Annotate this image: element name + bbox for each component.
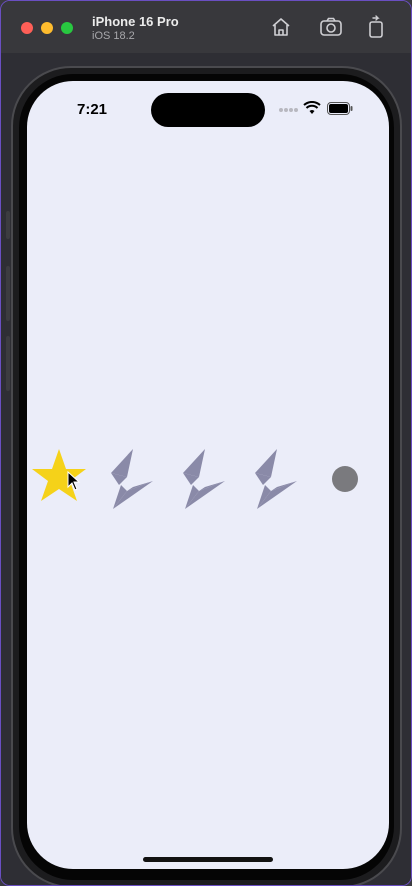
broken-star-icon	[255, 449, 297, 509]
battery-icon	[327, 102, 353, 115]
volume-up-button	[6, 266, 10, 321]
simulator-window: iPhone 16 Pro iOS 18.2 7:21	[0, 0, 412, 886]
title-bar: iPhone 16 Pro iOS 18.2	[1, 1, 411, 53]
status-icons	[279, 101, 359, 117]
device-name: iPhone 16 Pro	[92, 14, 179, 29]
rating-star-4[interactable]	[243, 441, 307, 521]
rating-star-1[interactable]	[27, 441, 91, 521]
dynamic-island	[151, 93, 265, 127]
rating-star-2[interactable]	[99, 441, 163, 521]
os-version: iOS 18.2	[92, 30, 135, 42]
action-button	[6, 211, 10, 239]
cellular-icon	[279, 108, 298, 112]
home-indicator[interactable]	[143, 857, 273, 862]
broken-star-icon	[111, 449, 153, 509]
status-time: 7:21	[77, 101, 108, 118]
volume-down-button	[6, 336, 10, 391]
rating-star-3[interactable]	[171, 441, 235, 521]
screenshot-icon[interactable]	[319, 15, 343, 39]
home-icon[interactable]	[269, 15, 293, 39]
wifi-icon	[303, 101, 321, 114]
close-window-button[interactable]	[21, 22, 33, 34]
broken-star-icon	[183, 449, 225, 509]
rotate-icon[interactable]	[364, 15, 388, 39]
mouse-cursor-icon	[67, 471, 81, 491]
device-screen: 7:21	[27, 81, 389, 869]
rating-star-5-placeholder[interactable]	[332, 466, 358, 492]
zoom-window-button[interactable]	[61, 22, 73, 34]
minimize-window-button[interactable]	[41, 22, 53, 34]
